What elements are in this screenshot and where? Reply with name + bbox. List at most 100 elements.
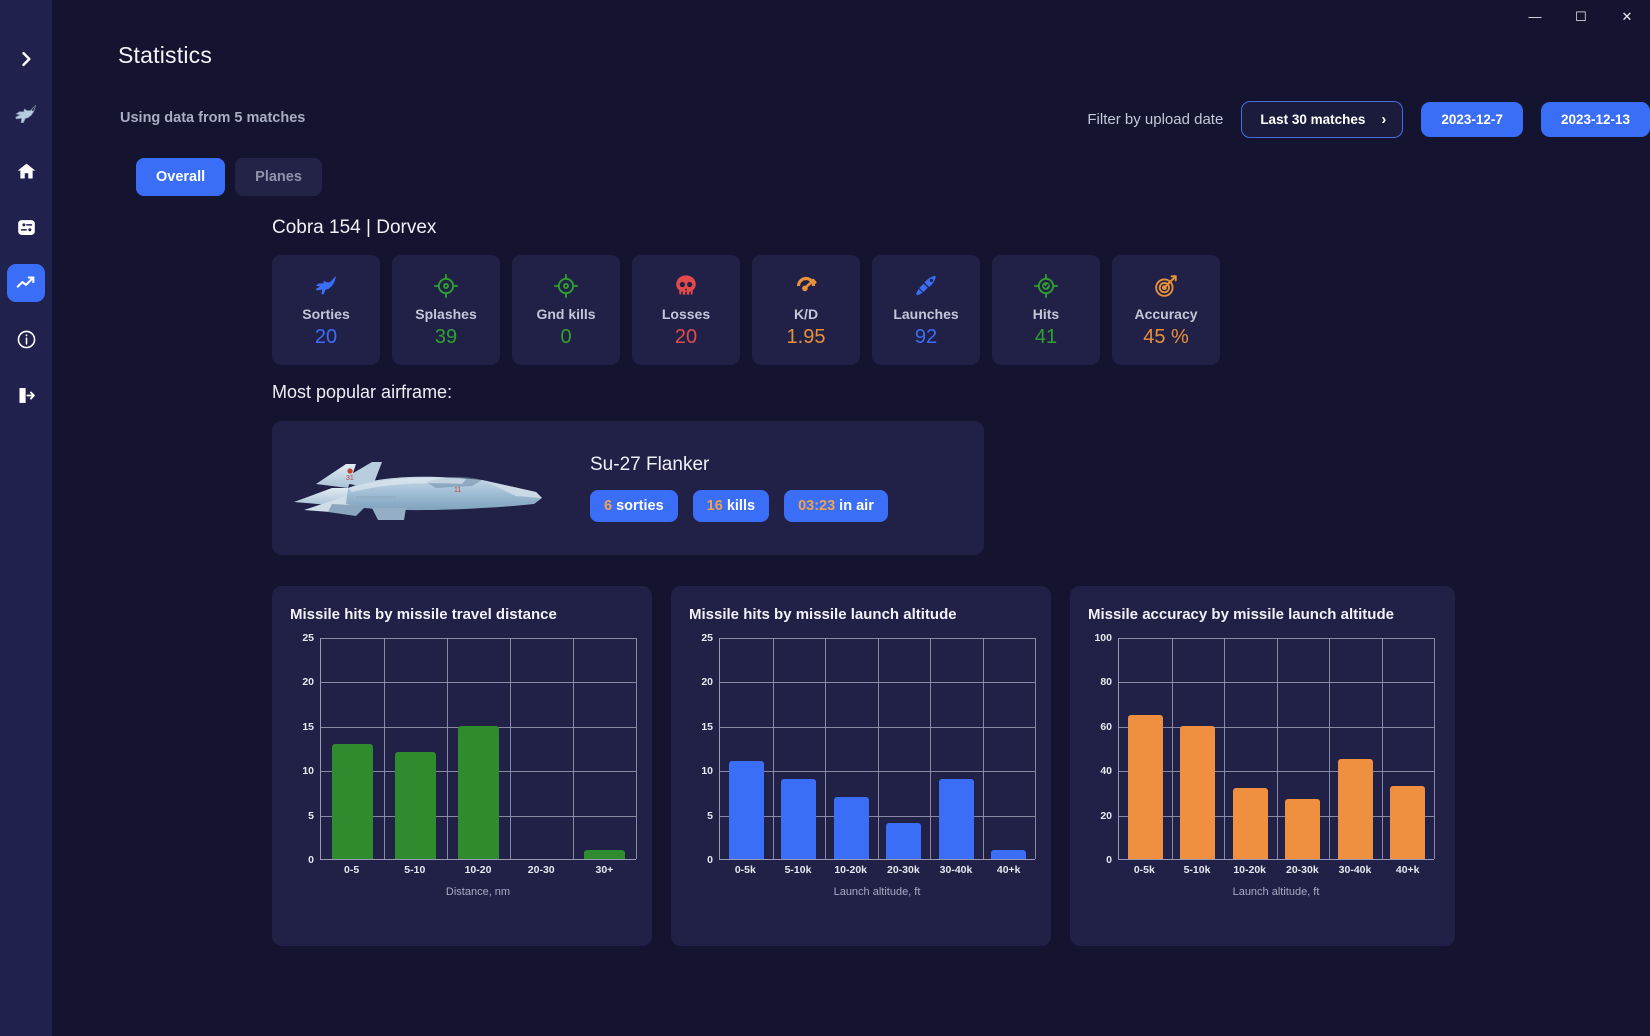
stat-value: 20 (314, 326, 338, 348)
airframe-name: Su-27 Flanker (590, 454, 710, 475)
app-window: — ☐ ✕ Statistics Using data from 5 match… (0, 0, 1650, 1036)
sidebar-item-statistics[interactable] (7, 264, 45, 302)
date-button-1[interactable]: 2023-12-7 (1421, 102, 1523, 137)
bar (781, 779, 817, 859)
window-controls: — ☐ ✕ (1512, 0, 1650, 32)
plot (1118, 638, 1435, 860)
match-range-dropdown[interactable]: Last 30 matches › (1241, 101, 1404, 138)
sidebar-item-logout[interactable] (7, 376, 45, 414)
x-tick-label: 0-5k (1133, 864, 1155, 876)
x-tick-label: 5-10k (1183, 864, 1211, 876)
airframe-section-label: Most popular airframe: (272, 382, 453, 402)
bar (1127, 714, 1163, 859)
gauge-icon (793, 271, 819, 301)
missile-icon (913, 271, 939, 301)
y-tick-label: 20 (1100, 809, 1112, 822)
dartboard-icon (1153, 271, 1179, 301)
sidebar-item-about[interactable] (7, 320, 45, 358)
stat-card-launches: Launches 92 (872, 255, 980, 365)
bar-slot (1224, 638, 1277, 859)
target-check-icon (1033, 271, 1059, 301)
sidebar-item-expand-sidebar[interactable] (7, 40, 45, 78)
y-tick-label: 80 (1100, 676, 1112, 689)
sidebar-item-aircraft[interactable] (7, 96, 45, 134)
bar-slot (321, 638, 384, 859)
jet-fighter-icon (15, 104, 37, 123)
airframe-chip-row: 6 sorties 16 kills 03:23 in air (590, 490, 888, 522)
svg-text:11: 11 (454, 487, 461, 494)
bar-slot (384, 638, 447, 859)
stat-card-losses: Losses 20 (632, 255, 740, 365)
stat-label: Sorties (302, 306, 350, 322)
bar (1337, 759, 1373, 859)
stat-label: Losses (661, 306, 711, 322)
crosshair-icon (553, 271, 579, 301)
y-tick-label: 15 (302, 720, 314, 733)
tab-overall[interactable]: Overall (136, 158, 226, 196)
bar-slot (1329, 638, 1382, 859)
chart-card: Missile accuracy by missile launch altit… (1070, 586, 1455, 946)
x-tick-label: 30+ (595, 864, 614, 876)
stat-label: Accuracy (1134, 306, 1198, 322)
stat-card-splashes: Splashes 39 (392, 255, 500, 365)
y-tick-label: 40 (1100, 765, 1112, 778)
stat-card-sorties: Sorties 20 (272, 255, 380, 365)
stat-label: Splashes (415, 306, 477, 322)
filter-bar: Filter by upload date Last 30 matches › … (1087, 101, 1650, 138)
stat-value: 1.95 (786, 326, 826, 348)
bar-slot (878, 638, 931, 859)
stat-card-accuracy: Accuracy 45 % (1112, 255, 1220, 365)
bar (1390, 785, 1426, 859)
y-tick-label: 15 (701, 720, 713, 733)
chip-text: in air (835, 498, 874, 514)
sidebar (0, 0, 52, 1036)
bar (583, 850, 626, 859)
main-content: — ☐ ✕ Statistics Using data from 5 match… (52, 0, 1650, 1036)
minimize-button[interactable]: — (1512, 0, 1558, 32)
stat-value: 92 (914, 326, 938, 348)
y-tick-label: 20 (302, 676, 314, 689)
chart-card: Missile hits by missile launch altitude 0… (671, 586, 1051, 946)
stat-value: 39 (434, 326, 458, 348)
chip-number: 6 (604, 498, 613, 514)
sidebar-item-home[interactable] (7, 152, 45, 190)
x-tick-label: 40+k (1395, 864, 1420, 876)
close-button[interactable]: ✕ (1604, 0, 1650, 32)
stat-card-row: Sorties 20 Splashes 39 Gnd kills 0 Losses 20 K/D… (272, 255, 1220, 365)
y-tick-label: 60 (1100, 720, 1112, 733)
x-tick-label: 20-30k (1286, 864, 1319, 876)
bar-slot (1172, 638, 1225, 859)
airframe-chip: 6 sorties (590, 490, 678, 522)
chart-plot-area: 0 20 40 60 80 100 0-5k 5-10k 10-20k 20-30k 30-40k 4… (1086, 632, 1435, 900)
player-name: Cobra 154 | Dorvex (272, 217, 437, 238)
charts-row: Missile hits by missile travel distance 0… (272, 586, 1455, 946)
gridline (1035, 638, 1036, 859)
stat-value: 0 (560, 326, 572, 348)
maximize-button[interactable]: ☐ (1558, 0, 1604, 32)
bar-slot (1119, 638, 1172, 859)
x-axis-title: Distance, nm (445, 886, 511, 898)
sidebar-item-logs[interactable] (7, 208, 45, 246)
x-axis-title: Launch altitude, ft (833, 886, 921, 898)
airframe-details: Su-27 Flanker 6 sorties 16 kills 03:23 in … (572, 454, 888, 522)
chart-plot-area: 0 5 10 15 20 25 0-5k 5-10k 10-20k 20-30k 30-40k 40+… (687, 632, 1036, 900)
date-button-2[interactable]: 2023-12-13 (1540, 102, 1650, 137)
x-tick-label: 0-5 (344, 864, 360, 876)
chart-card: Missile hits by missile travel distance 0… (272, 586, 652, 946)
plot (320, 638, 637, 860)
stat-label: Gnd kills (536, 306, 596, 322)
y-tick-label: 0 (308, 854, 314, 866)
stat-value: 41 (1034, 326, 1058, 348)
x-tick-label: 30-40k (1338, 864, 1372, 876)
stat-value: 45 % (1143, 326, 1189, 348)
airframe-card: 31 11 Su-27 Flanker 6 sorties 16 kills 03:… (272, 421, 984, 555)
bar-slot (825, 638, 878, 859)
airframe-chip: 03:23 in air (784, 490, 888, 522)
chip-text: kills (722, 498, 756, 514)
gridline (636, 638, 637, 859)
bar-slot (1382, 638, 1435, 859)
x-tick-label: 30-40k (939, 864, 973, 876)
tab-planes[interactable]: Planes (235, 158, 322, 196)
bar (1285, 799, 1321, 859)
chip-text: sorties (612, 498, 664, 514)
